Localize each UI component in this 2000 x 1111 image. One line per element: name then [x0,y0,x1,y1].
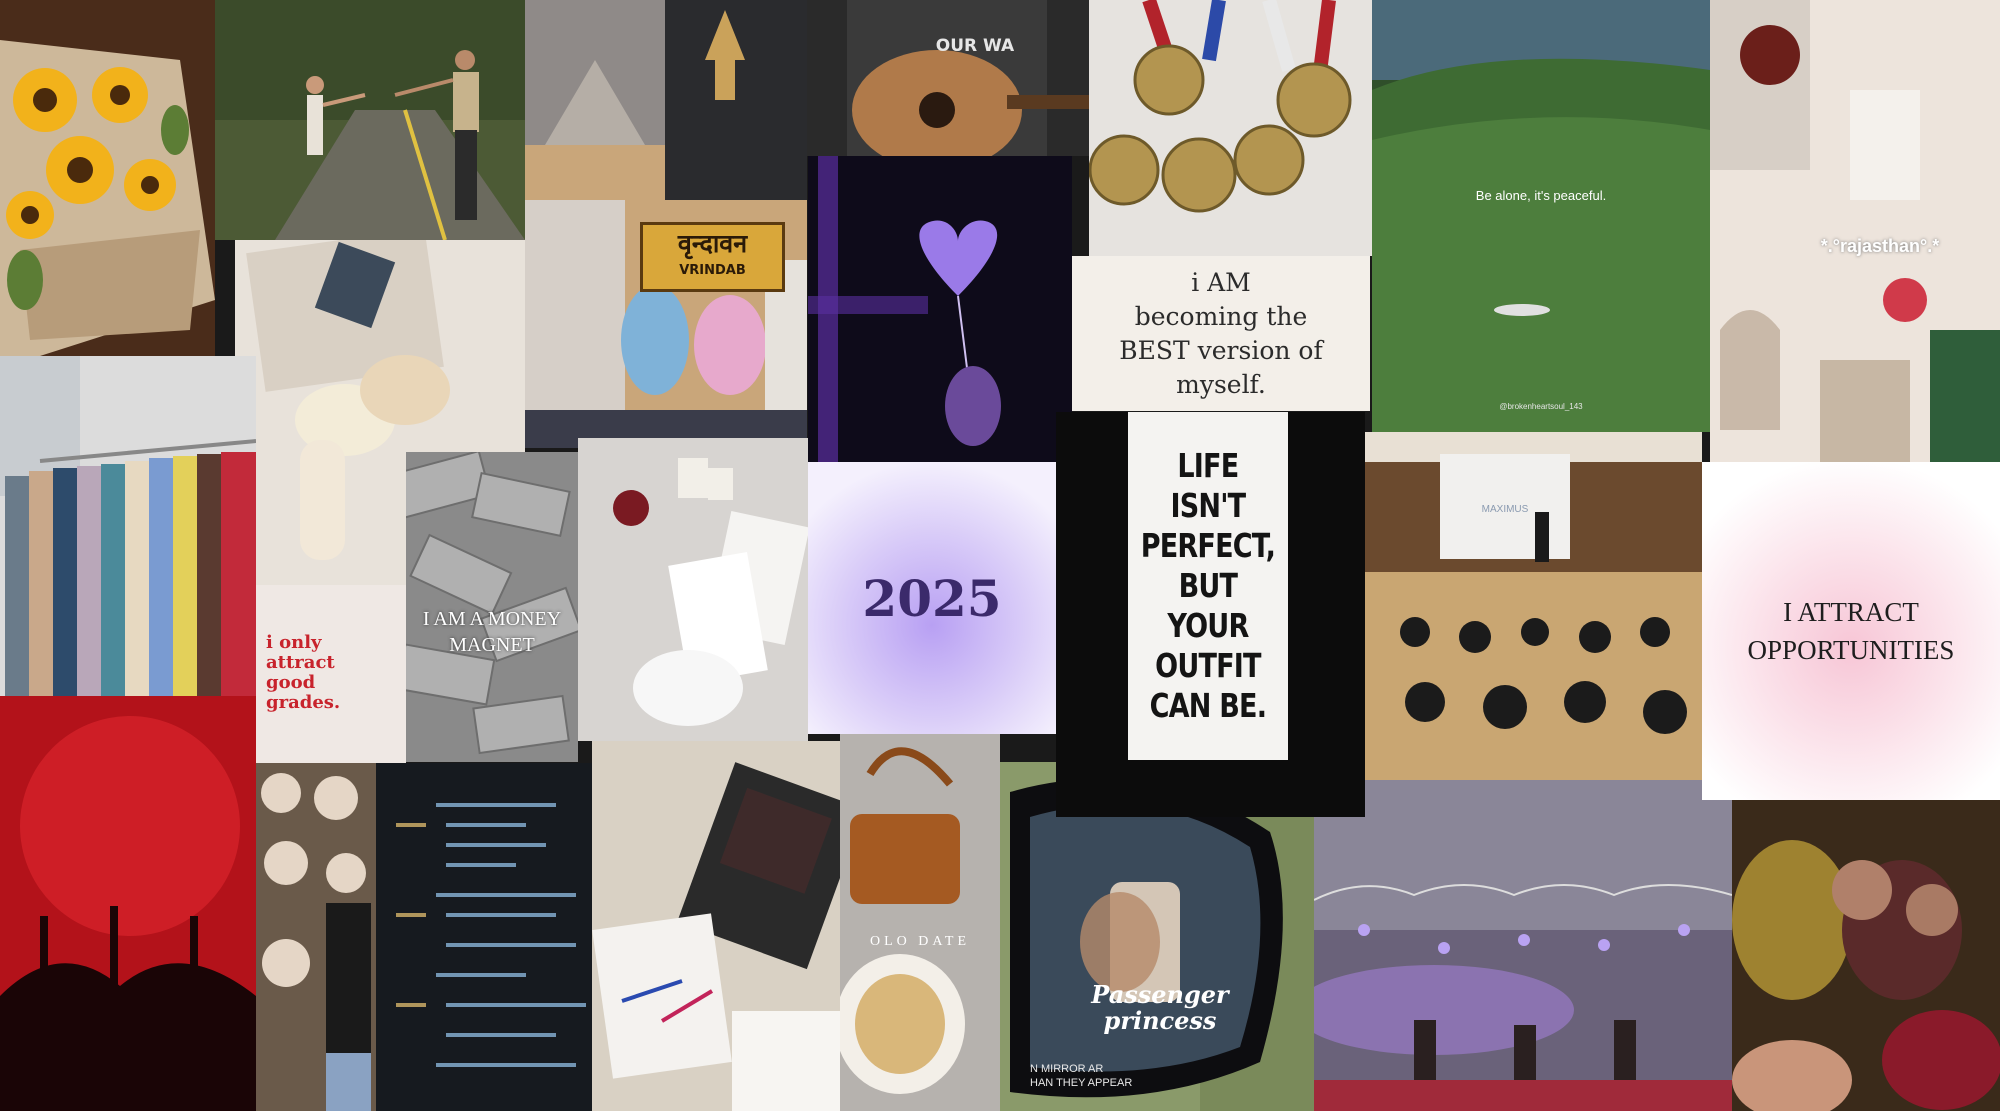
attract-opportunities-tile: I ATTRACT OPPORTUNITIES [1702,462,2000,800]
couple-dancing-photo [215,0,525,240]
becoming-best-version-tile: i AM becoming the BEST version of myself… [1072,256,1370,411]
peaceful-handle: @brokenheartsoul_143 [1499,402,1583,411]
red-concert-photo [0,696,256,1111]
teddy-bears-photo [256,763,376,1111]
vrindavan-sign: वृन्दावन VRINDAB [640,222,785,292]
good-grades-tile: i only attract good grades. [256,585,406,763]
conference-hall-photo: MAXIMUS [1365,432,1702,780]
becoming-best-version-text: i AM becoming the BEST version of myself… [1119,267,1323,399]
purple-heart-photo [808,156,1072,462]
medals-photo [1089,0,1372,256]
attract-opportunities-text: I ATTRACT OPPORTUNITIES [1747,597,1955,665]
sunflower-bouquet-photo [0,0,215,356]
outfit-quote-text: LIFE ISN'T PERFECT, BUT YOUR OUTFIT CAN … [1140,446,1276,725]
clothes-rack-photo [0,356,256,696]
date-caption: OLO DATE [869,934,971,949]
year-tile: 2025 [808,462,1056,734]
lake-ceremony-photo [1314,780,1732,1111]
code-screen-photo [376,763,592,1111]
tshirt-print: OUR WA [935,36,1015,56]
presentation-screen-text: MAXIMUS [1481,504,1529,515]
good-grades-text: i only attract good grades. [266,632,341,713]
mirror-warning-text: N MIRROR AR HAN THEY APPEAR [1030,1063,1133,1089]
candles-paint-photo [578,438,808,741]
pasta-bag-photo: OLO DATE [840,734,1000,1111]
vrindavan-sign-latin: VRINDAB [679,263,746,278]
rajasthan-collage-photo: *.°rajasthan°.* [1710,0,2000,462]
outfit-quote-tile: LIFE ISN'T PERFECT, BUT YOUR OUTFIT CAN … [1128,412,1288,760]
passenger-princess-caption: Passenger princess [1091,980,1229,1035]
money-magnet-photo: I AM A MONEY MAGNET [406,452,578,762]
vrindavan-sign-hindi: वृन्दावन [677,229,748,258]
green-hill-photo: Be alone, it's peaceful. @brokenheartsou… [1372,0,1710,432]
guitar-player-photo: OUR WA [807,0,1089,156]
vrindavan-temple-photo: वृन्दावन VRINDAB [525,0,807,448]
money-magnet-caption: I AM A MONEY MAGNET [422,608,562,656]
year-text: 2025 [862,568,1002,628]
study-desk-photo [592,741,840,1111]
peaceful-caption: Be alone, it's peaceful. [1475,188,1607,203]
rajasthan-caption: *.°rajasthan°.* [1820,236,1940,256]
blurry-friends-photo [1732,800,2000,1111]
